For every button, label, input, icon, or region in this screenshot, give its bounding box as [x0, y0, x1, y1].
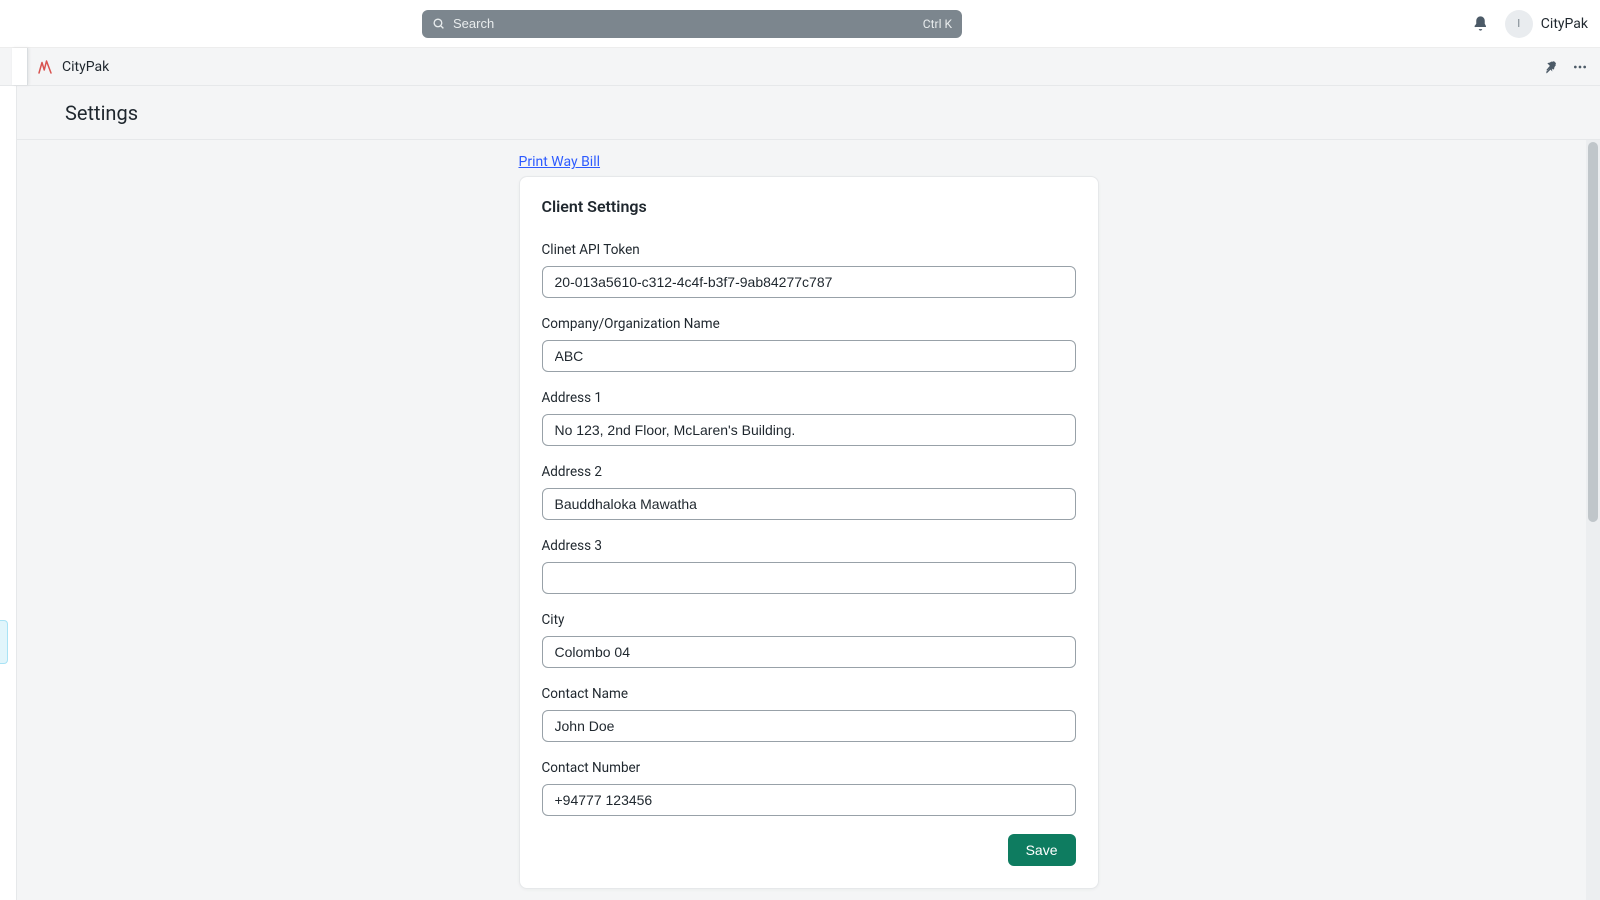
scrollbar[interactable] [1586, 140, 1600, 900]
username: CityPak [1541, 16, 1588, 32]
sidebar-collapse-handle[interactable] [12, 48, 28, 85]
address3-label: Address 3 [542, 538, 1076, 554]
company-label: Company/Organization Name [542, 316, 1076, 332]
client-settings-card: Client Settings Clinet API Token Company… [519, 176, 1099, 889]
card-title: Client Settings [542, 197, 1076, 216]
address1-input[interactable] [542, 414, 1076, 446]
pin-icon[interactable] [1543, 59, 1558, 74]
contact-number-label: Contact Number [542, 760, 1076, 776]
page-title: Settings [65, 101, 138, 125]
save-button[interactable]: Save [1008, 834, 1076, 866]
app-logo-icon [36, 58, 54, 76]
user-menu[interactable]: I CityPak [1505, 10, 1588, 38]
address2-input[interactable] [542, 488, 1076, 520]
address2-label: Address 2 [542, 464, 1076, 480]
left-collapse-tab[interactable] [0, 620, 8, 664]
subheader: CityPak [0, 48, 1600, 86]
content-area: Print Way Bill Client Settings Clinet AP… [16, 140, 1600, 900]
company-input[interactable] [542, 340, 1076, 372]
notifications-icon[interactable] [1472, 15, 1489, 32]
page-header: Settings [16, 86, 1600, 140]
city-input[interactable] [542, 636, 1076, 668]
api-token-label: Clinet API Token [542, 242, 1076, 258]
api-token-input[interactable] [542, 266, 1076, 298]
search-bar[interactable]: Ctrl K [422, 10, 962, 38]
print-waybill-link[interactable]: Print Way Bill [519, 154, 601, 170]
address1-label: Address 1 [542, 390, 1076, 406]
scrollbar-thumb[interactable] [1588, 142, 1598, 522]
more-icon[interactable] [1572, 59, 1588, 75]
app-name: CityPak [62, 59, 109, 75]
search-icon [432, 17, 445, 30]
search-input[interactable] [453, 16, 923, 31]
contact-name-input[interactable] [542, 710, 1076, 742]
city-label: City [542, 612, 1076, 628]
search-shortcut: Ctrl K [923, 17, 952, 31]
topbar: Ctrl K I CityPak [0, 0, 1600, 48]
address3-input[interactable] [542, 562, 1076, 594]
avatar: I [1505, 10, 1533, 38]
contact-number-input[interactable] [542, 784, 1076, 816]
contact-name-label: Contact Name [542, 686, 1076, 702]
